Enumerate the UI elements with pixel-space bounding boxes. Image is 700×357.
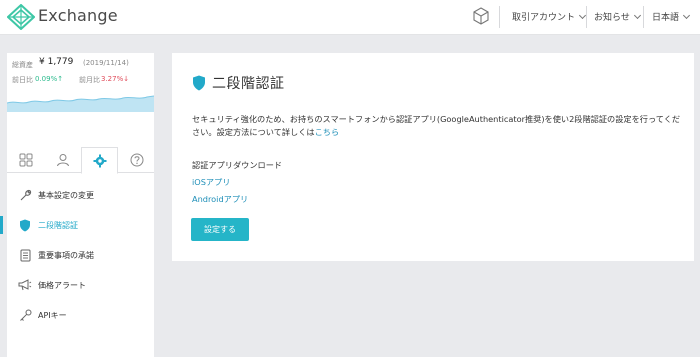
balance-date: (2019/11/14)	[83, 59, 129, 67]
balance-sparkline	[7, 95, 154, 126]
settings-nav: 基本設定の変更 二段階認証 重要事項の承諾 価格アラート APIキー	[0, 180, 154, 330]
sidebar-item-basic-settings[interactable]: 基本設定の変更	[7, 180, 154, 210]
page-title: 二段階認証	[212, 76, 285, 92]
gear-icon	[93, 154, 106, 167]
total-assets-value: ¥ 1,779	[39, 57, 74, 67]
sidebar-item-important-terms[interactable]: 重要事項の承諾	[7, 240, 154, 270]
sidebar-item-price-alert[interactable]: 価格アラート	[7, 270, 154, 300]
tab-account[interactable]	[44, 147, 81, 173]
prev-day-label: 前日比	[12, 76, 33, 84]
prev-month-change: 3.27%↓	[101, 75, 130, 83]
header-divider	[586, 6, 587, 28]
megaphone-icon	[18, 278, 32, 292]
key-icon	[18, 308, 32, 322]
shield-icon	[18, 218, 32, 232]
trading-account-label: 取引アカウント	[512, 13, 576, 23]
sidebar: 総資産 ¥ 1,779 (2019/11/14) 前日比 0.09%↑ 前月比 …	[0, 53, 155, 357]
top-header: Exchange 取引アカウント お知らせ 日本語	[0, 0, 700, 35]
sidebar-tabs	[7, 147, 155, 174]
wrench-icon	[18, 188, 32, 202]
tab-dashboard[interactable]	[7, 147, 44, 173]
document-icon	[18, 248, 32, 262]
prev-month-label: 前月比	[79, 76, 100, 84]
ios-app-link[interactable]: iOSアプリ	[192, 176, 230, 188]
description-text: セキュリティ強化のため、お持ちのスマートフォンから認証アプリ(GoogleAut…	[192, 114, 681, 137]
language-label: 日本語	[652, 13, 680, 23]
two-factor-card: 二段階認証 セキュリティ強化のため、お持ちのスマートフォンから認証アプリ(Goo…	[172, 53, 694, 261]
brand-name[interactable]: Exchange	[38, 6, 118, 25]
android-app-link[interactable]: Androidアプリ	[192, 193, 248, 205]
description: セキュリティ強化のため、お持ちのスマートフォンから認証アプリ(GoogleAut…	[192, 113, 682, 139]
sidebar-item-label: 基本設定の変更	[38, 190, 94, 200]
sidebar-item-label: APIキー	[38, 310, 67, 320]
notifications-label: お知らせ	[594, 13, 630, 23]
sidebar-item-label: 価格アラート	[38, 280, 86, 290]
shield-icon	[193, 75, 205, 91]
chevron-down-icon	[633, 11, 641, 20]
header-divider	[643, 6, 644, 28]
total-assets-label: 総資産	[12, 61, 33, 69]
header-divider	[499, 6, 500, 28]
sidebar-item-two-factor[interactable]: 二段階認証	[0, 210, 154, 240]
tab-help[interactable]	[118, 147, 155, 173]
download-heading: 認証アプリダウンロード	[192, 160, 283, 170]
chevron-down-icon	[682, 11, 691, 20]
sidebar-item-label: 重要事項の承諾	[38, 250, 94, 260]
user-icon	[56, 154, 69, 167]
language-menu[interactable]: 日本語	[652, 10, 691, 23]
prev-day-change: 0.09%↑	[35, 75, 64, 83]
setup-button[interactable]: 設定する	[191, 218, 249, 241]
logo-icon[interactable]	[7, 4, 35, 30]
chevron-down-icon	[578, 11, 587, 20]
sidebar-item-api-key[interactable]: APIキー	[7, 300, 154, 330]
grid-icon	[19, 153, 32, 167]
page-title-group: 二段階認証	[192, 73, 285, 93]
sidebar-item-label: 二段階認証	[38, 220, 78, 230]
tab-settings[interactable]	[81, 147, 118, 174]
cube-icon[interactable]	[473, 7, 489, 25]
question-icon	[130, 153, 143, 167]
trading-account-menu[interactable]: 取引アカウント	[512, 10, 587, 23]
details-link[interactable]: こちら	[315, 127, 340, 137]
notifications-menu[interactable]: お知らせ	[594, 10, 641, 23]
